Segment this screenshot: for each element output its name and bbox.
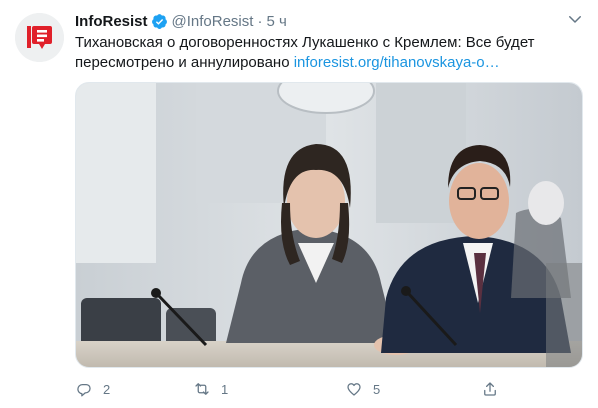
retweet-button[interactable]: 1	[193, 378, 228, 400]
like-count: 5	[373, 381, 381, 397]
share-button[interactable]	[481, 378, 499, 400]
tweet-link[interactable]: inforesist.org/tihanovskaya-o…	[294, 54, 500, 71]
author-name[interactable]: InfoResist	[75, 13, 148, 30]
tweet-header: InfoResist @InfoResist · 5 ч	[75, 11, 287, 31]
reply-button[interactable]: 2	[75, 378, 110, 400]
author-avatar[interactable]	[15, 13, 64, 62]
heart-icon	[347, 383, 361, 396]
separator-dot: ·	[257, 12, 263, 30]
retweet-count: 1	[221, 381, 229, 397]
like-button[interactable]: 5	[345, 378, 380, 400]
reply-icon	[77, 384, 91, 397]
tweet-text: Тихановская о договоренностях Лукашенко …	[75, 33, 585, 73]
chevron-down-icon[interactable]	[566, 10, 584, 28]
share-icon	[484, 382, 496, 396]
inforesist-logo	[15, 13, 64, 62]
verified-badge-icon	[151, 13, 168, 30]
reply-count: 2	[103, 381, 111, 397]
tweet-actions: 2 1 5	[75, 378, 585, 400]
tweet-photo[interactable]	[75, 82, 583, 368]
retweet-icon	[195, 383, 209, 395]
tweet-time[interactable]: 5 ч	[266, 13, 286, 30]
author-handle[interactable]: @InfoResist	[172, 13, 254, 30]
